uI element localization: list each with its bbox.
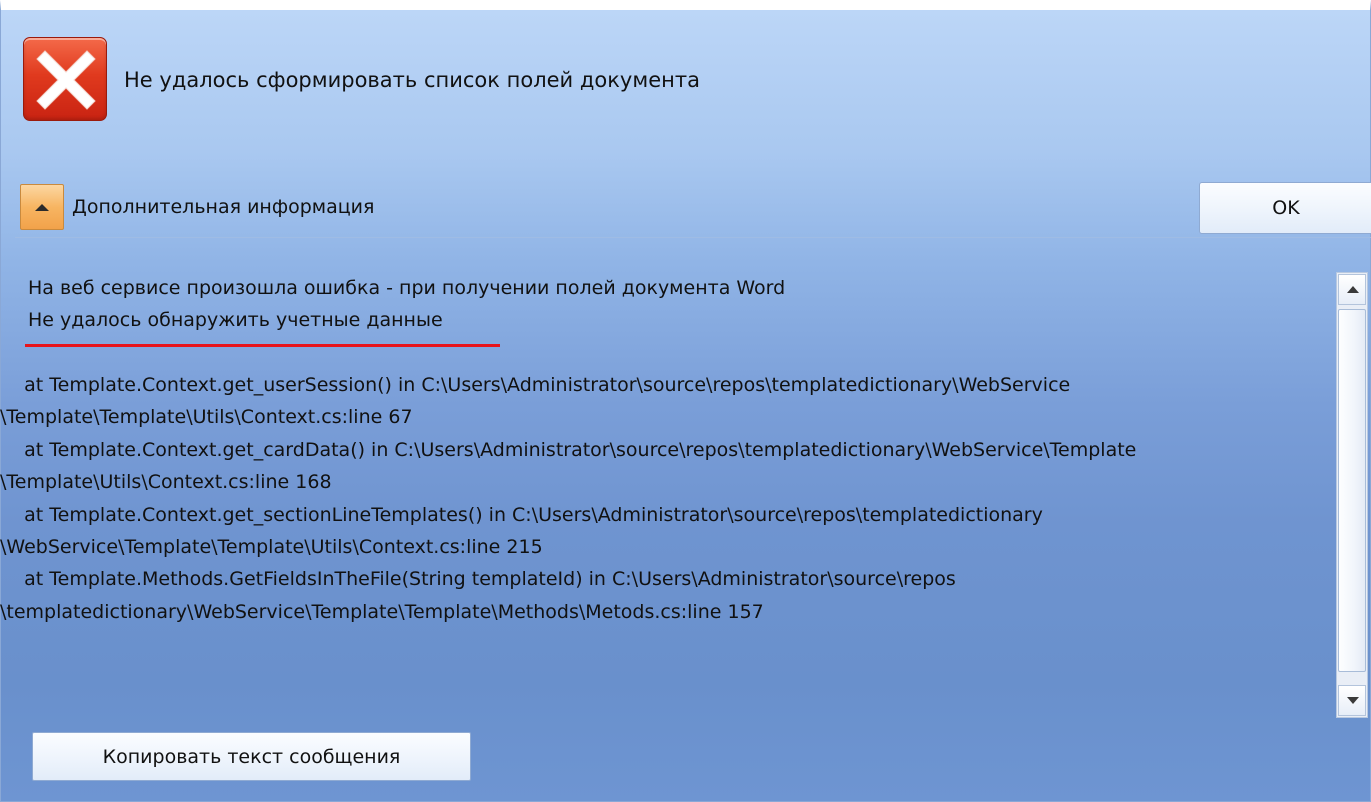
stack-trace-line: at Template.Context.get_cardData() in C:… [0,438,1137,461]
arrow-down-icon [1347,697,1359,704]
details-text[interactable]: На веб сервисе произошла ошибка - при по… [0,272,1331,623]
error-cause: Не удалось обнаружить учетные данные [28,309,443,332]
details-toggle-button[interactable] [20,184,64,230]
highlight-underline [25,344,500,347]
stack-trace-line: at Template.Methods.GetFieldsInTheFile(S… [0,568,956,591]
scroll-thumb[interactable] [1338,309,1366,672]
stack-trace-line: \Template\Utils\Context.cs:line 168 [0,471,332,494]
error-message: На веб сервисе произошла ошибка - при по… [28,277,786,299]
stack-trace: at Template.Context.get_userSession() in… [0,369,1330,628]
stack-trace-line: \Template\Template\Utils\Context.cs:line… [0,406,413,429]
stack-trace-line: \templatedictionary\WebService\Template\… [0,600,764,623]
error-icon [23,37,107,121]
scroll-down-button[interactable] [1338,685,1366,716]
chevron-up-icon [35,204,49,211]
vertical-scrollbar[interactable] [1336,272,1368,718]
details-toggle-label[interactable]: Дополнительная информация [72,196,374,218]
copy-message-button[interactable]: Копировать текст сообщения [32,732,471,781]
stack-trace-line: \WebService\Template\Template\Utils\Cont… [0,536,543,559]
stack-trace-line: at Template.Context.get_sectionLineTempl… [0,503,1043,526]
ok-button[interactable]: OK [1199,182,1371,234]
stack-trace-line: at Template.Context.get_userSession() in… [0,374,1071,396]
dialog-title: Не удалось сформировать список полей док… [124,68,700,92]
arrow-up-icon [1347,286,1359,293]
scroll-up-button[interactable] [1338,274,1366,305]
error-dialog: Не удалось сформировать список полей док… [0,0,1371,802]
